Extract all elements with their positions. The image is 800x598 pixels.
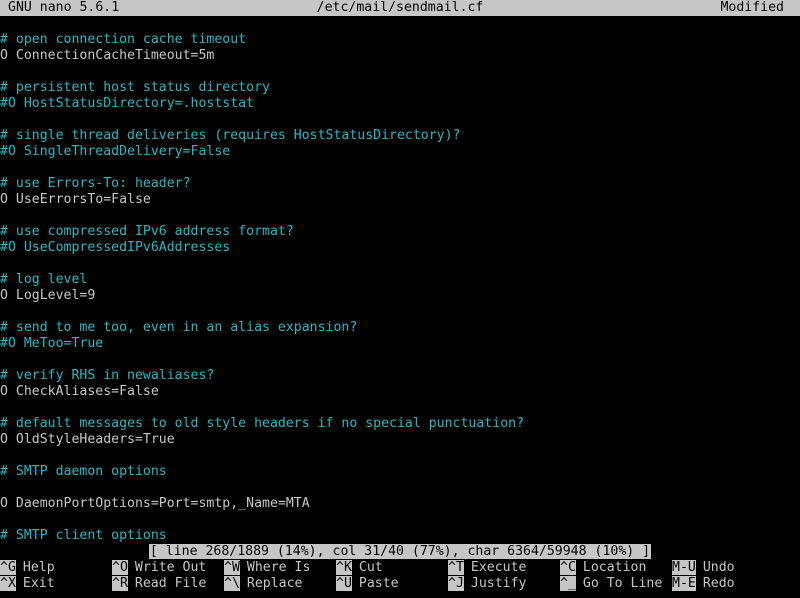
shortcut-label: Execute bbox=[470, 560, 527, 575]
write-out-shortcut[interactable]: ^O Write Out bbox=[112, 560, 206, 576]
comment-line[interactable]: #O SingleThreadDelivery=False bbox=[0, 144, 800, 160]
shortcut-label: Exit bbox=[22, 576, 55, 591]
help-shortcut[interactable]: ^G Help bbox=[0, 560, 55, 576]
shortcut-label: Help bbox=[22, 560, 55, 575]
comment-line[interactable]: # log level bbox=[0, 272, 800, 288]
shortcut-label: Undo bbox=[702, 560, 735, 575]
redo-shortcut[interactable]: M-E Redo bbox=[672, 576, 735, 592]
title-bar: /etc/mail/sendmail.cf GNU nano 5.6.1 Mod… bbox=[0, 0, 800, 16]
blank-line[interactable] bbox=[0, 448, 800, 464]
justify-shortcut[interactable]: ^J Justify bbox=[448, 576, 526, 592]
config-line[interactable]: O OldStyleHeaders=True bbox=[0, 432, 800, 448]
shortcut-help-bar: ^G Help ^O Write Out ^W Where Is ^K Cut ^T Execut… bbox=[0, 560, 800, 592]
app-version: GNU nano 5.6.1 bbox=[8, 0, 120, 15]
shortcut-label: Write Out bbox=[134, 560, 207, 575]
read-file-shortcut[interactable]: ^R Read File bbox=[112, 576, 206, 592]
shortcut-key: ^_ bbox=[560, 576, 576, 591]
shortcut-key: ^C bbox=[560, 560, 576, 575]
shortcut-key: M-E bbox=[672, 576, 696, 591]
blank-line[interactable] bbox=[0, 400, 800, 416]
shortcut-row-2: ^X Exit ^R Read File ^\ Replace ^U Paste ^J Justi… bbox=[0, 576, 800, 592]
go-to-line-shortcut[interactable]: ^_ Go To Line bbox=[560, 576, 662, 592]
paste-shortcut[interactable]: ^U Paste bbox=[336, 576, 399, 592]
config-line[interactable]: O LogLevel=9 bbox=[0, 288, 800, 304]
nano-terminal-window: /etc/mail/sendmail.cf GNU nano 5.6.1 Mod… bbox=[0, 0, 800, 598]
shortcut-label: Where Is bbox=[246, 560, 311, 575]
shortcut-key: ^K bbox=[336, 560, 352, 575]
blank-line[interactable] bbox=[0, 512, 800, 528]
comment-line[interactable]: #O HostStatusDirectory=.hoststat bbox=[0, 96, 800, 112]
shortcut-key: ^\ bbox=[224, 576, 240, 591]
execute-shortcut[interactable]: ^T Execute bbox=[448, 560, 526, 576]
shortcut-key: ^G bbox=[0, 560, 16, 575]
shortcut-label: Paste bbox=[358, 576, 399, 591]
comment-line[interactable]: # use compressed IPv6 address format? bbox=[0, 224, 800, 240]
undo-shortcut[interactable]: M-U Undo bbox=[672, 560, 735, 576]
comment-line[interactable]: # verify RHS in newaliases? bbox=[0, 368, 800, 384]
editor-text-area[interactable]: # open connection cache timeout O Connect… bbox=[0, 32, 800, 544]
blank-line[interactable] bbox=[0, 304, 800, 320]
location-shortcut[interactable]: ^C Location bbox=[560, 560, 646, 576]
modified-indicator: Modified bbox=[720, 0, 784, 15]
comment-line[interactable]: # SMTP daemon options bbox=[0, 464, 800, 480]
shortcut-label: Read File bbox=[134, 576, 207, 591]
blank-line[interactable] bbox=[0, 160, 800, 176]
comment-line[interactable]: # open connection cache timeout bbox=[0, 32, 800, 48]
shortcut-key: ^R bbox=[112, 576, 128, 591]
comment-line[interactable]: #O MeToo=True bbox=[0, 336, 800, 352]
comment-line[interactable]: #O UseCompressedIPv6Addresses bbox=[0, 240, 800, 256]
blank-line[interactable] bbox=[0, 352, 800, 368]
comment-line[interactable]: # persistent host status directory bbox=[0, 80, 800, 96]
shortcut-key: ^J bbox=[448, 576, 464, 591]
blank-line[interactable] bbox=[0, 480, 800, 496]
comment-line[interactable]: # SMTP client options bbox=[0, 528, 800, 544]
replace-shortcut[interactable]: ^\ Replace bbox=[224, 576, 302, 592]
shortcut-row-1: ^G Help ^O Write Out ^W Where Is ^K Cut ^T Execut… bbox=[0, 560, 800, 576]
shortcut-label: Go To Line bbox=[582, 576, 663, 591]
comment-line[interactable]: # default messages to old style headers … bbox=[0, 416, 800, 432]
shortcut-label: Replace bbox=[246, 576, 303, 591]
config-line[interactable]: O ConnectionCacheTimeout=5m bbox=[0, 48, 800, 64]
comment-line[interactable]: # single thread deliveries (requires Hos… bbox=[0, 128, 800, 144]
file-name: /etc/mail/sendmail.cf bbox=[316, 0, 484, 15]
blank-line[interactable] bbox=[0, 112, 800, 128]
where-is-shortcut[interactable]: ^W Where Is bbox=[224, 560, 310, 576]
blank-line[interactable] bbox=[0, 256, 800, 272]
cut-shortcut[interactable]: ^K Cut bbox=[336, 560, 383, 576]
config-line[interactable]: O UseErrorsTo=False bbox=[0, 192, 800, 208]
shortcut-key: ^X bbox=[0, 576, 16, 591]
blank-line[interactable] bbox=[0, 208, 800, 224]
exit-shortcut[interactable]: ^X Exit bbox=[0, 576, 55, 592]
shortcut-key: ^T bbox=[448, 560, 464, 575]
config-line[interactable]: O DaemonPortOptions=Port=smtp,_Name=MTA bbox=[0, 496, 800, 512]
shortcut-label: Justify bbox=[470, 576, 527, 591]
shortcut-label: Redo bbox=[702, 576, 735, 591]
shortcut-key: M-U bbox=[672, 560, 696, 575]
shortcut-label: Location bbox=[582, 560, 647, 575]
blank-line[interactable] bbox=[0, 64, 800, 80]
config-line[interactable]: O CheckAliases=False bbox=[0, 384, 800, 400]
cursor-position-status: [ line 268/1889 (14%), col 31/40 (77%), … bbox=[148, 544, 652, 559]
comment-line[interactable]: # use Errors-To: header? bbox=[0, 176, 800, 192]
status-bar: [ line 268/1889 (14%), col 31/40 (77%), … bbox=[0, 544, 800, 560]
shortcut-key: ^W bbox=[224, 560, 240, 575]
shortcut-label: Cut bbox=[358, 560, 383, 575]
comment-line[interactable]: # send to me too, even in an alias expan… bbox=[0, 320, 800, 336]
shortcut-key: ^U bbox=[336, 576, 352, 591]
shortcut-key: ^O bbox=[112, 560, 128, 575]
